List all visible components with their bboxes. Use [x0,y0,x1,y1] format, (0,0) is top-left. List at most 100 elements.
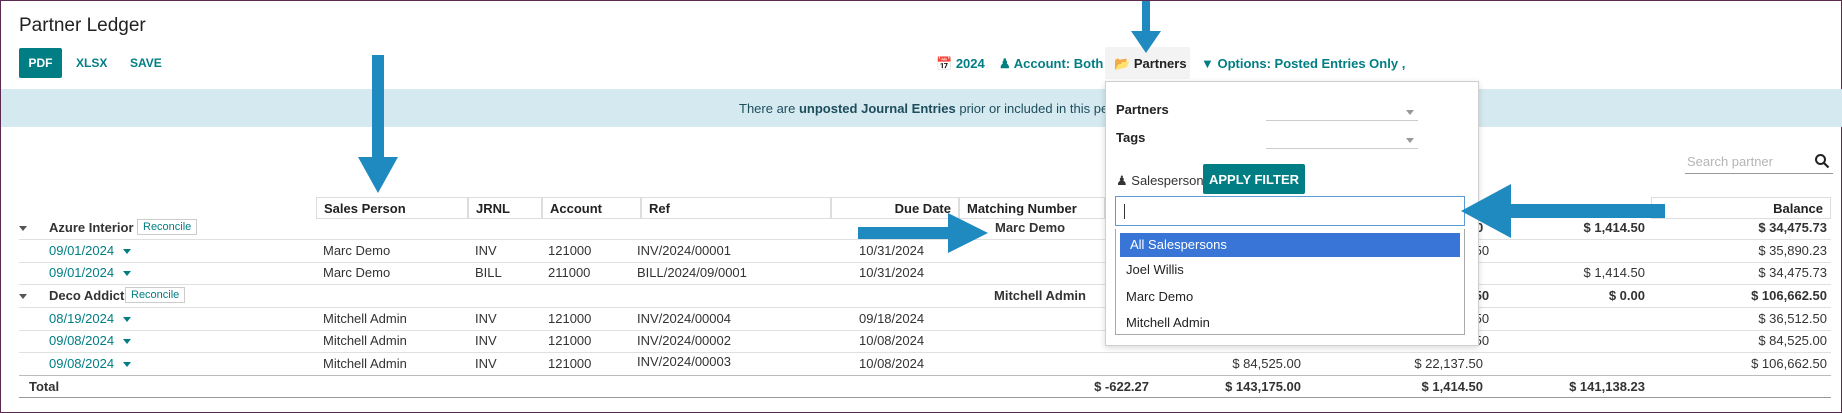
row-ref: INV/2024/00001 [637,243,731,258]
year-filter[interactable]: 📅 2024 [936,56,985,72]
partners-select[interactable] [1266,100,1418,121]
row-sales-person: Mitchell Admin [323,356,407,371]
partner-name[interactable]: Azure Interior [49,220,134,235]
col-jrnl[interactable]: JRNL [468,197,542,219]
col-ref[interactable]: Ref [641,197,831,219]
arrow-down-icon [358,55,398,193]
entry-date[interactable]: 09/08/2024 [49,333,114,348]
chevron-down-icon [1406,110,1414,115]
row-account: 121000 [548,243,592,258]
row-sales-person: Marc Demo [323,265,391,280]
save-button[interactable]: SAVE [130,56,162,70]
partners-filter[interactable]: 📂 Partners [1114,56,1187,72]
options-filter[interactable]: ▼ Options: Posted Entries Only , [1201,56,1405,71]
chevron-down-icon[interactable] [123,317,131,322]
row-account: 121000 [548,333,592,348]
row-due-date: 10/08/2024 [859,356,925,371]
row-due-date: 10/31/2024 [859,265,925,280]
row-ref: BILL/2024/09/0001 [637,265,747,280]
total-balance: $ 141,138.23 [1569,379,1645,394]
apply-filter-button[interactable]: APPLY FILTER [1203,164,1305,194]
reconcile-button[interactable]: Reconcile [137,219,198,235]
row-divider [19,352,1831,353]
option-joel-willis[interactable]: Joel Willis [1116,258,1464,282]
total-divider [19,397,1831,398]
row-balance: $ 84,525.00 [1758,333,1827,348]
row-balance: $ 35,890.23 [1758,243,1827,258]
reconcile-button[interactable]: Reconcile [125,287,186,303]
total-debit: $ 143,175.00 [1225,379,1301,394]
chevron-down-icon [1406,138,1414,143]
tags-select[interactable] [1266,128,1418,149]
arrow-down-icon [1131,1,1161,53]
option-mitchell-admin[interactable]: Mitchell Admin [1116,311,1464,335]
option-marc-demo[interactable]: Marc Demo [1116,285,1464,309]
group-amount: $ 0.00 [1608,288,1645,303]
banner-prefix: There are [739,101,799,116]
row-balance: $ 34,475.73 [1758,265,1827,280]
pdf-button[interactable]: PDF [19,48,62,78]
group-salesperson: Mitchell Admin [994,288,1086,303]
row-ref: INV/2024/00002 [637,333,731,348]
partners-dropdown: Partners Tags ♟ Salesperson APPLY FILTER… [1105,81,1479,346]
entry-date[interactable]: 09/08/2024 [49,356,114,371]
chevron-down-icon[interactable] [123,362,131,367]
row-jrnl: INV [475,243,497,258]
row-divider [19,262,1831,263]
row-due-date: 10/08/2024 [859,333,925,348]
banner-text: There are unposted Journal Entries prior… [739,101,1115,116]
row-account: 211000 [548,265,591,280]
row-due-date: 09/18/2024 [859,311,925,326]
row-jrnl: INV [475,311,497,326]
entry-date[interactable]: 09/01/2024 [49,243,114,258]
group-salesperson: Marc Demo [995,220,1066,235]
entry-date[interactable]: 08/19/2024 [49,311,114,326]
banner-link[interactable]: unposted Journal Entries [799,101,956,116]
row-debit: $ 84,525.00 [1232,356,1301,371]
row-credit: $ 1,414.50 [1583,265,1645,280]
partners-label: Partners [1116,102,1169,117]
row-account: 121000 [548,356,592,371]
row-account: 121000 [548,311,592,326]
funnel-icon: ▼ [1201,56,1214,71]
col-sales-person[interactable]: Sales Person [316,197,468,219]
row-jrnl: BILL [475,265,502,280]
row-sales-person: Mitchell Admin [323,311,407,326]
row-jrnl: INV [475,356,497,371]
col-balance[interactable]: Balance [1651,197,1831,219]
total-label: Total [29,379,60,394]
salesperson-search-input[interactable] [1115,196,1465,226]
calendar-icon: 📅 [936,56,953,71]
banner-suffix: prior or included in this peri [955,101,1116,116]
search-placeholder: Search partner [1687,154,1773,169]
partners-filter-label: Partners [1133,56,1187,71]
account-filter-label: Account: Both [1013,56,1104,71]
row-divider [19,307,1831,308]
chevron-down-icon[interactable] [123,271,131,276]
total-credit: $ 1,414.50 [1421,379,1483,394]
row-credit: $ 22,137.50 [1414,356,1483,371]
chevron-down-icon[interactable] [123,249,131,254]
row-divider [19,330,1831,331]
row-balance: $ 106,662.50 [1751,356,1827,371]
options-filter-label: Options: Posted Entries Only , [1217,56,1406,71]
salesperson-label: Salesperson [1131,173,1204,188]
partner-name[interactable]: Deco Addict [49,288,124,303]
account-filter[interactable]: ♟ Account: Both [999,56,1103,72]
collapse-icon[interactable] [19,294,27,299]
row-jrnl: INV [475,333,497,348]
collapse-icon[interactable] [19,226,27,231]
row-divider [19,375,1831,376]
xlsx-button[interactable]: XLSX [76,56,107,70]
search-icon[interactable] [1814,153,1830,169]
user-icon: ♟ [999,56,1011,71]
col-account[interactable]: Account [542,197,641,219]
row-sales-person: Marc Demo [323,243,391,258]
entry-date[interactable]: 09/01/2024 [49,265,114,280]
group-balance: $ 34,475.73 [1758,220,1827,235]
chevron-down-icon[interactable] [123,339,131,344]
group-balance: $ 106,662.50 [1751,288,1827,303]
tags-label: Tags [1116,130,1146,145]
option-all-salespersons[interactable]: All Salespersons [1120,233,1460,257]
row-ref: INV/2024/00004 [637,311,731,326]
